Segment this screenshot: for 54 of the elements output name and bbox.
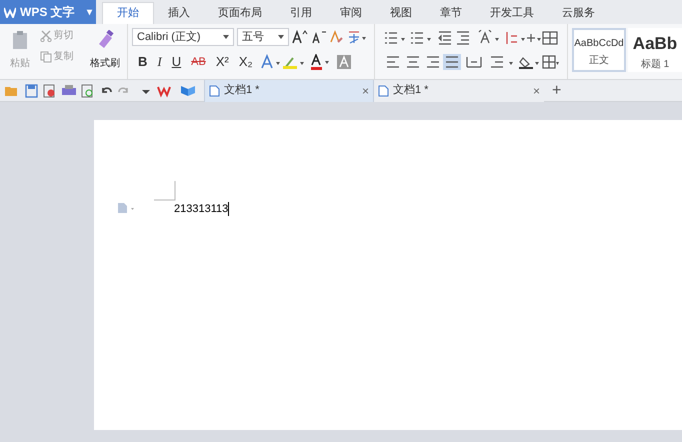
document-tab[interactable]: 文档1 * × [204,80,374,102]
menu-tab[interactable]: 开始 [102,2,154,24]
style-preset[interactable]: AaBb 标题 1 [628,28,682,72]
format-button[interactable]: X₂ [236,52,255,72]
format-button[interactable]: AB [189,54,208,70]
menu-tab[interactable]: 章节 [426,2,476,24]
menu-tab[interactable]: 引用 [276,2,326,24]
paragraph-tools-drawing[interactable] [383,30,559,46]
font-size-dropdown[interactable]: 五号 [237,28,289,46]
document-tab-title: 文档1 * [224,82,260,98]
text-effects-icon[interactable] [260,54,305,70]
style-sample: AaBbCcDd [574,37,624,51]
document-text: 213313113 [174,202,228,217]
app-name: WPS 文字 [20,4,75,21]
paragraph-tag-icon [116,202,136,214]
document-icon [209,84,220,96]
close-tab-button[interactable]: × [362,82,369,100]
menu-tab[interactable]: 审阅 [326,2,376,24]
font-size-value: 五号 [242,30,264,45]
style-sample: AaBb [632,33,678,55]
menu-tab[interactable]: 云服务 [548,2,609,24]
text-cursor [228,202,230,216]
menu-tab[interactable]: 插入 [154,2,204,24]
clear-format-icon[interactable] [330,30,344,44]
caret-icon [223,35,229,39]
style-preset[interactable]: AaBbCcDd 正文 [572,28,626,72]
close-tab-button[interactable]: × [532,82,540,100]
document-icon [378,84,389,96]
format-button[interactable]: U [170,52,184,72]
format-button[interactable]: I [155,52,164,72]
logo-icon [4,6,16,18]
caret-icon [278,35,284,39]
font-name-value: Calibri (正文) [137,30,201,45]
phonetic-guide-icon[interactable] [347,29,367,45]
caret-icon: ▾ [87,4,92,20]
menu-tab[interactable]: 页面布局 [204,2,276,24]
app-menu-button[interactable]: WPS 文字 ▾ [0,0,96,24]
font-color-icon[interactable] [310,54,331,70]
scissors-icon [40,30,52,42]
style-name: 正文 [589,54,609,68]
format-button[interactable]: X² [214,52,231,72]
document-tab-title: 文档1 * [393,82,428,98]
menu-tab[interactable]: 视图 [376,2,426,24]
style-name: 标题 1 [640,58,670,72]
font-name-dropdown[interactable]: Calibri (正文) [132,28,234,46]
margin-corner-mark [154,181,176,201]
menu-tab[interactable]: 开发工具 [476,2,548,24]
character-shading-icon[interactable] [336,54,351,69]
grow-font-icon[interactable] [292,30,308,44]
new-tab-button[interactable]: + [552,78,562,102]
format-button[interactable]: B [136,52,150,72]
shrink-font-icon[interactable] [311,30,327,44]
format-painter-button[interactable]: 格式刷 [90,56,120,71]
copy-icon [40,50,52,62]
